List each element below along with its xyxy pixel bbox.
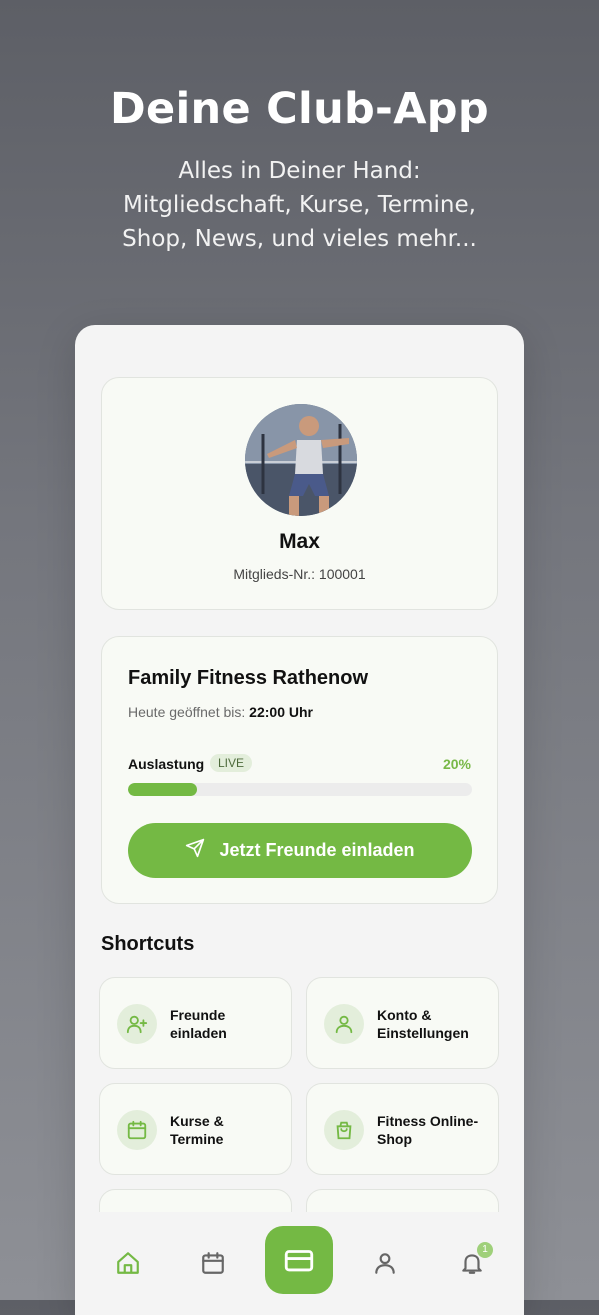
member-number: Mitglieds-Nr.: 100001 [233, 566, 366, 582]
user-plus-icon [117, 1004, 157, 1044]
hero-subtitle-line: Alles in Deiner Hand: [178, 158, 421, 184]
shortcut-label: Fitness Online- [377, 1113, 479, 1129]
shortcut-label: einladen [170, 1025, 227, 1041]
shortcut-invite-friends[interactable]: Freunde einladen [99, 977, 292, 1069]
hero-subtitle-line: Shop, News, und vieles mehr... [122, 226, 477, 252]
shortcut-label: Einstellungen [377, 1025, 469, 1041]
invite-friends-button[interactable]: Jetzt Freunde einladen [128, 823, 472, 878]
shortcuts-title: Shortcuts [101, 933, 195, 955]
shortcut-label: Termine [170, 1131, 224, 1147]
profile-name: Max [279, 530, 320, 553]
shortcut-courses-dates[interactable]: Kurse & Termine [99, 1083, 292, 1175]
calendar-icon[interactable] [200, 1250, 226, 1276]
shopping-bag-icon [324, 1110, 364, 1150]
studio-name: Family Fitness Rathenow [128, 667, 369, 689]
hero-title: Deine Club-App [110, 84, 489, 134]
load-label: Auslastung [128, 756, 205, 772]
invite-friends-label: Jetzt Freunde einladen [219, 840, 415, 860]
shortcut-label: Konto & [377, 1007, 432, 1023]
opening-hours-time: 22:00 Uhr [249, 704, 313, 720]
card-icon[interactable] [265, 1226, 333, 1294]
home-icon[interactable] [115, 1250, 141, 1276]
opening-hours-label: Heute geöffnet bis: [128, 704, 246, 720]
shortcut-account-settings[interactable]: Konto & Einstellungen [306, 977, 499, 1069]
load-progress-bar [128, 783, 472, 796]
load-percent: 20% [442, 756, 471, 772]
user-icon[interactable] [372, 1250, 398, 1276]
avatar [245, 404, 357, 516]
phone-screen: Max Mitglieds-Nr.: 100001 Family Fitness… [75, 325, 524, 1315]
hero-subtitle: Alles in Deiner Hand: Mitgliedschaft, Ku… [0, 154, 599, 256]
shortcut-label: Freunde [170, 1007, 226, 1023]
profile-card[interactable]: Max Mitglieds-Nr.: 100001 [101, 377, 498, 610]
notification-badge: 1 [477, 1242, 493, 1258]
studio-card: Family Fitness Rathenow Heute geöffnet b… [101, 636, 498, 904]
shortcut-online-shop[interactable]: Fitness Online- Shop [306, 1083, 499, 1175]
shortcut-label: Shop [377, 1131, 412, 1147]
bell-icon[interactable]: 1 [459, 1242, 493, 1276]
user-icon [324, 1004, 364, 1044]
send-icon [185, 838, 205, 863]
calendar-icon [117, 1110, 157, 1150]
hero-subtitle-line: Mitgliedschaft, Kurse, Termine, [123, 192, 476, 218]
load-progress-fill [128, 783, 197, 796]
live-badge: LIVE [210, 754, 253, 772]
shortcut-label: Kurse & [170, 1113, 224, 1129]
opening-hours: Heute geöffnet bis: 22:00 Uhr [128, 704, 313, 720]
